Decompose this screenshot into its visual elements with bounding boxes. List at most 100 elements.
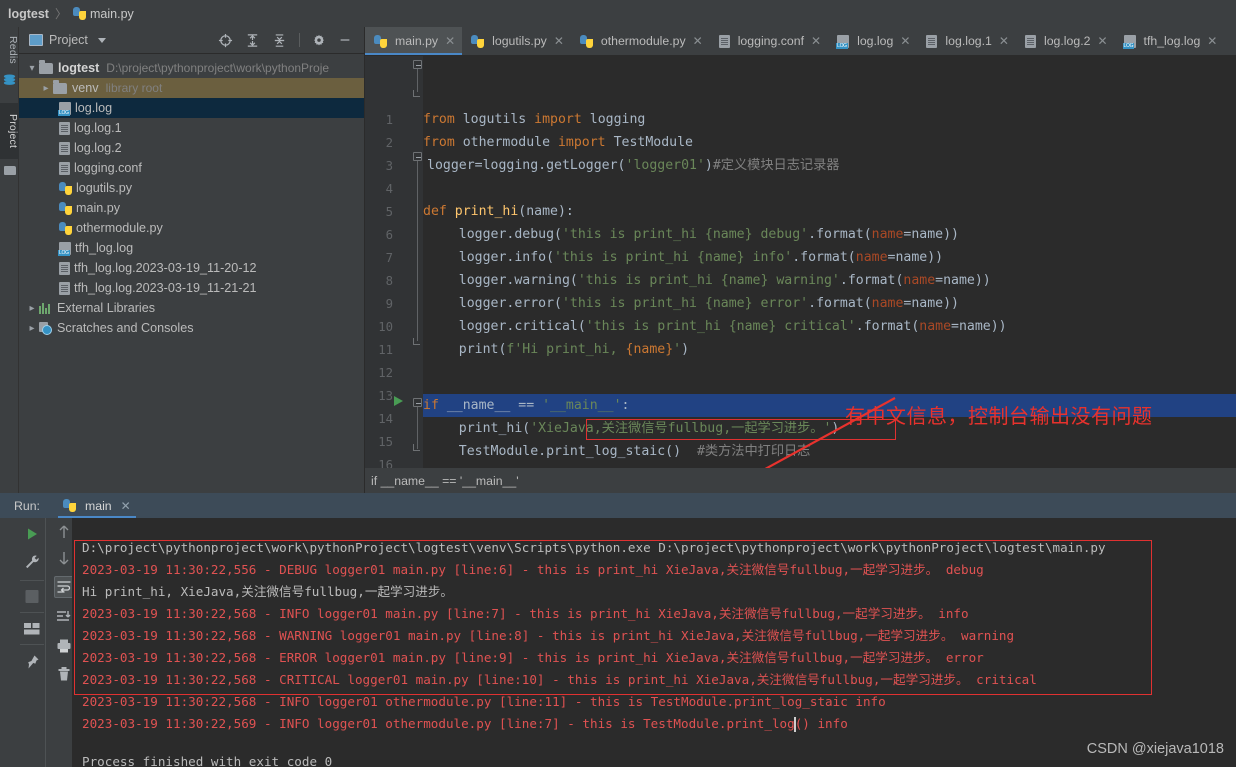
editor-tab-logutils-py[interactable]: logutils.py ✕ [462,27,571,55]
close-icon[interactable]: ✕ [999,34,1009,48]
token-text: ) [705,158,713,173]
code-line-2: from othermodule import TestModule [423,131,693,154]
tree-node-scratches[interactable]: Scratches and Consoles [19,318,364,338]
code-line-7: logger.info('this is print_hi {name} inf… [427,246,943,269]
run-gutter-icon[interactable] [394,396,403,406]
close-icon[interactable]: ✕ [693,34,703,48]
line-number: 10 [369,320,393,334]
tool-tab-project[interactable]: Project [0,103,19,159]
chevron-right-icon[interactable] [25,323,39,334]
log-file-icon [59,102,71,115]
editor-tab-log-log-1[interactable]: log.log.1 ✕ [917,27,1016,55]
collapse-all-icon[interactable] [272,33,287,48]
fold-column[interactable] [413,56,423,468]
token-text: logger=logging.getLogger( [427,158,626,173]
console-output[interactable]: D:\project\pythonproject\work\pythonProj… [72,518,1236,767]
tree-node-logging-conf[interactable]: logging.conf [19,158,364,178]
print-icon[interactable] [56,638,72,654]
token-text: logutils [455,112,534,127]
breadcrumb-file[interactable]: main.py [90,7,134,21]
close-icon[interactable]: ✕ [445,34,455,48]
editor-tab-main-py[interactable]: main.py ✕ [365,27,462,55]
tree-node-log-log-1[interactable]: log.log.1 [19,118,364,138]
gear-icon[interactable] [312,33,326,47]
layout-icon[interactable] [24,622,41,636]
tree-sublabel: D:\project\pythonproject\work\pythonProj… [106,61,329,75]
project-panel-title[interactable]: Project [49,33,88,47]
scroll-down-icon[interactable] [57,550,71,566]
tree-label: log.log.1 [74,121,122,135]
tree-node-log-log-2[interactable]: log.log.2 [19,138,364,158]
console-line-static-info: 2023-03-19 11:30:22,568 - INFO logger01 … [82,691,886,713]
tree-node-logutils-py[interactable]: logutils.py [19,178,364,198]
code-line-10: logger.critical('this is print_hi {name}… [427,315,1007,338]
locate-icon[interactable] [218,33,233,48]
line-number: 4 [369,182,393,196]
fold-toggle-icon[interactable] [413,398,422,407]
close-icon[interactable]: ✕ [1207,34,1217,48]
expand-all-icon[interactable] [245,33,260,48]
scroll-up-icon[interactable] [57,524,71,540]
tree-node-tfh-log-log[interactable]: tfh_log.log [19,238,364,258]
editor-tab-tfh-log-log[interactable]: tfh_log.log ✕ [1115,27,1225,55]
chevron-down-icon[interactable] [98,38,106,43]
close-icon[interactable]: ✕ [1097,34,1107,48]
trash-icon[interactable] [56,666,71,682]
tree-node-logtest[interactable]: logtest D:\project\pythonproject\work\py… [19,58,364,78]
line-number: 2 [369,136,393,150]
close-icon[interactable]: ✕ [121,499,131,513]
token-text: .format( [840,273,904,288]
tool-tab-redis[interactable]: Redis [0,29,19,71]
editor-tab-logging-conf[interactable]: logging.conf ✕ [710,27,828,55]
code-line-6: logger.debug('this is print_hi {name} de… [427,223,959,246]
tree-node-main-py[interactable]: main.py [19,198,364,218]
stop-icon[interactable] [26,590,39,603]
fold-toggle-icon[interactable] [413,152,422,161]
pin-icon[interactable] [24,654,40,670]
token-text: logger.critical( [427,319,586,334]
close-icon[interactable]: ✕ [554,34,564,48]
tree-node-log-log[interactable]: log.log [19,98,364,118]
tree-node-external-libraries[interactable]: External Libraries [19,298,364,318]
minimize-icon[interactable] [338,33,352,47]
token-text: print( [427,342,506,357]
token-text: =name)) [903,296,959,311]
breadcrumb-project[interactable]: logtest [8,7,49,21]
token-keyword: import [534,112,582,127]
tree-node-othermodule-py[interactable]: othermodule.py [19,218,364,238]
line-number: 1 [369,113,393,127]
chevron-right-icon[interactable] [39,83,53,94]
log-file-icon [837,35,849,48]
token-string: 'this is print_hi {name} critical' [586,319,856,334]
fold-toggle-icon[interactable] [413,60,422,69]
wrench-icon[interactable] [24,554,40,570]
code-line-3: logger=logging.getLogger('logger01')#定义模… [427,154,840,177]
token-text: =name)) [903,227,959,242]
close-icon[interactable]: ✕ [811,34,821,48]
chevron-down-icon[interactable] [25,63,39,74]
tree-node-tfh-log-2[interactable]: tfh_log.log.2023-03-19_11-21-21 [19,278,364,298]
log-file-icon [59,242,71,255]
editor-tab-log-log-2[interactable]: log.log.2 ✕ [1016,27,1115,55]
scroll-to-end-icon[interactable] [56,610,72,624]
log-file-icon [1124,35,1136,48]
close-icon[interactable]: ✕ [900,34,910,48]
code-line-1: from logutils import logging [423,108,645,131]
chevron-right-icon[interactable] [25,303,39,314]
code-line-5: def print_hi(name): [423,200,574,223]
run-tab-main[interactable]: main ✕ [58,493,136,518]
soft-wrap-icon[interactable] [56,580,71,594]
folder-icon [53,83,67,94]
editor-tab-othermodule-py[interactable]: othermodule.py ✕ [571,27,710,55]
tree-node-venv[interactable]: venv library root [19,78,364,98]
tree-node-tfh-log-1[interactable]: tfh_log.log.2023-03-19_11-20-12 [19,258,364,278]
tree-label: tfh_log.log.2023-03-19_11-21-21 [74,281,257,295]
editor-tab-log-log[interactable]: log.log ✕ [828,27,917,55]
token-text: =name)) [935,273,991,288]
tab-label: logging.conf [738,34,804,48]
tree-label: venv [72,81,99,95]
editor-structure-breadcrumb[interactable]: if __name__ == '__main__' [365,468,1236,493]
token-kwarg: name [903,273,935,288]
run-panel-header: Run: main ✕ [0,493,1236,518]
run-icon[interactable] [24,526,40,542]
